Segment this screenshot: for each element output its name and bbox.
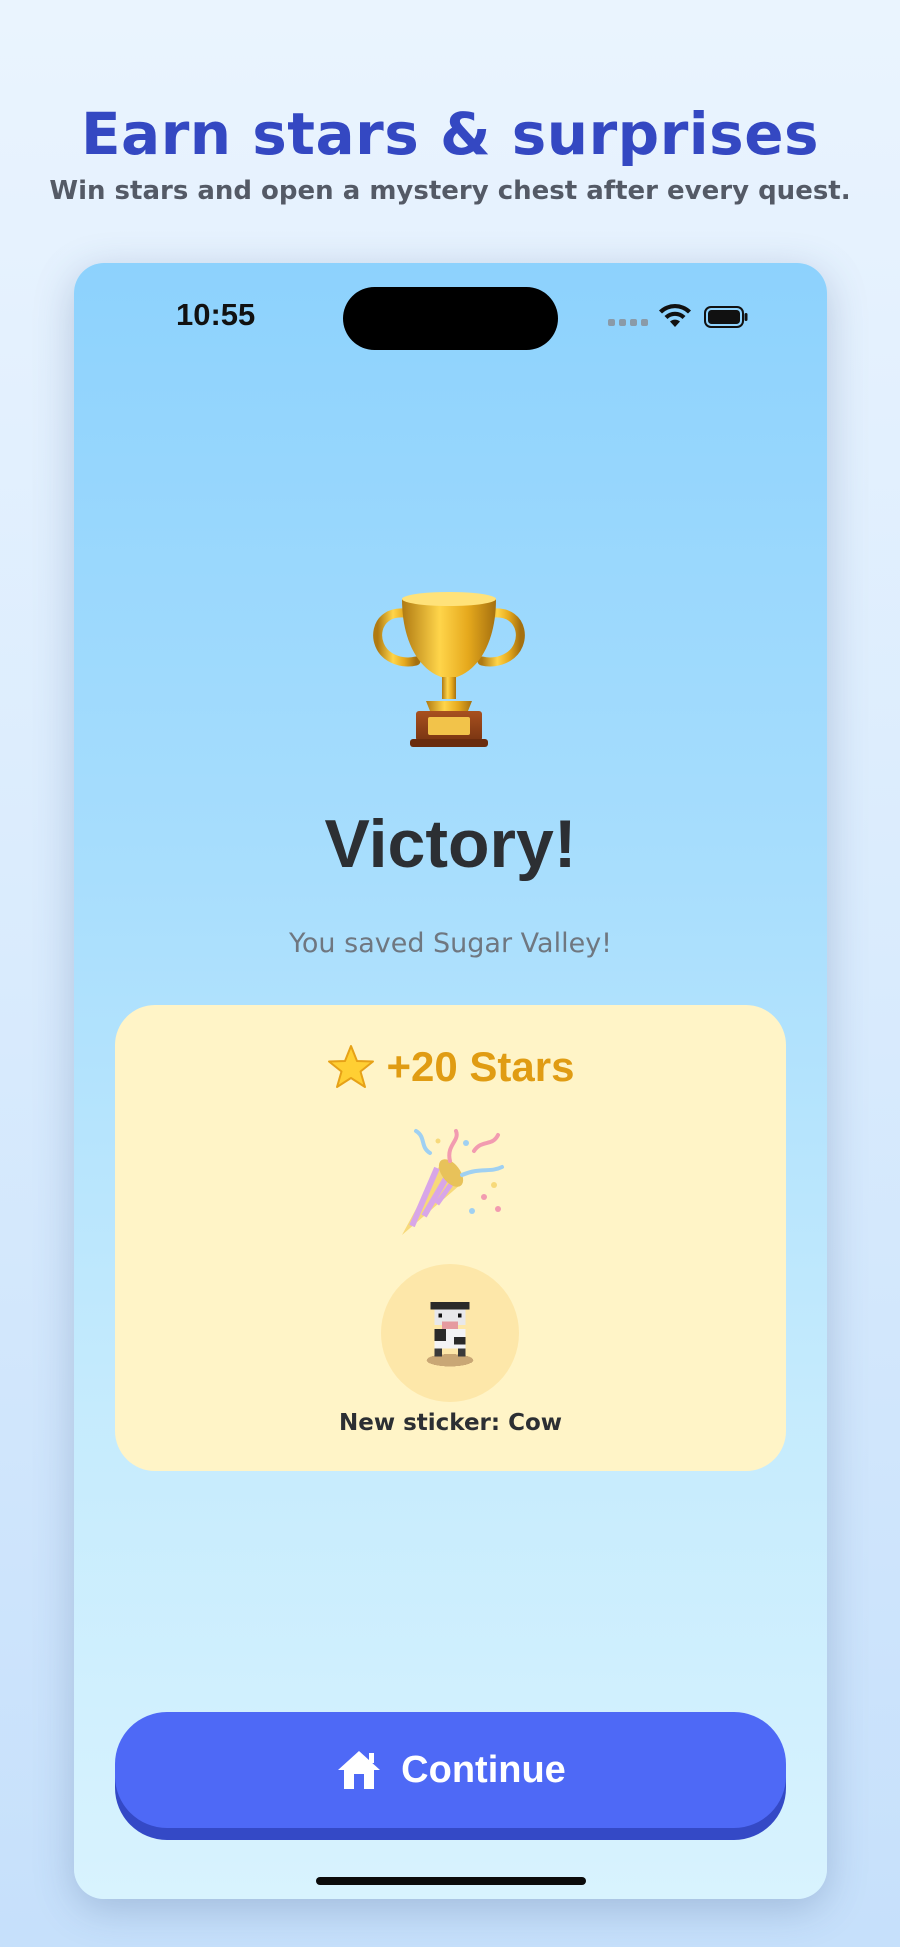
- sticker-badge: [381, 1264, 519, 1402]
- signal-dots-icon: [608, 319, 648, 326]
- dynamic-island: [343, 287, 558, 350]
- continue-label: Continue: [401, 1748, 566, 1791]
- cow-icon: [426, 1301, 474, 1367]
- status-time: 10:55: [176, 297, 256, 332]
- battery-icon: [704, 306, 748, 328]
- victory-subtitle: You saved Sugar Valley!: [289, 928, 612, 959]
- home-icon: [338, 1751, 381, 1789]
- promo-subhead: Win stars and open a mystery chest after…: [49, 176, 851, 206]
- phone-screen: 10:55 Victory! You saved Sugar Valley! +…: [74, 263, 827, 1899]
- reward-card: +20 Stars New sticker: Cow: [115, 1005, 786, 1471]
- stars-label: +20 Stars: [386, 1043, 575, 1090]
- continue-button[interactable]: Continue: [115, 1712, 786, 1828]
- victory-title: Victory!: [324, 806, 577, 882]
- party-popper-icon: [402, 1129, 504, 1235]
- star-icon: [327, 1045, 374, 1088]
- sticker-label: New sticker: Cow: [338, 1410, 563, 1436]
- wifi-icon: [659, 304, 691, 327]
- promo-headline: Earn stars & surprises: [80, 100, 820, 168]
- trophy-icon: [373, 592, 525, 747]
- stars-reward: +20 Stars: [115, 1043, 786, 1091]
- home-indicator[interactable]: [316, 1877, 586, 1885]
